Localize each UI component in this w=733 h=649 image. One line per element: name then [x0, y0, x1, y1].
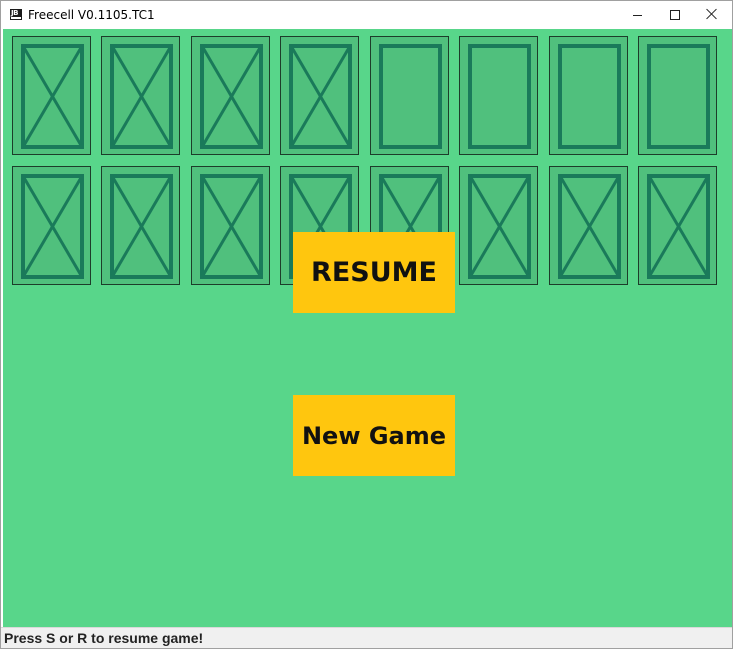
close-icon	[706, 8, 718, 20]
empty-slot-icon	[558, 44, 621, 149]
freecell-slot[interactable]	[370, 36, 449, 155]
tableau-slot[interactable]	[459, 166, 538, 285]
maximize-icon	[670, 10, 680, 20]
freecell-slot[interactable]	[280, 36, 359, 155]
close-button[interactable]	[694, 1, 730, 29]
tableau-slot[interactable]	[12, 166, 91, 285]
freecell-slot[interactable]	[549, 36, 628, 155]
app-icon-label: JB	[11, 9, 18, 17]
empty-slot-x-icon	[110, 174, 173, 279]
maximize-button[interactable]	[657, 1, 693, 29]
minimize-button[interactable]	[620, 1, 656, 29]
app-icon[interactable]: JB	[10, 9, 22, 20]
tableau-slot[interactable]	[638, 166, 717, 285]
empty-slot-x-icon	[647, 174, 710, 279]
empty-slot-icon	[468, 44, 531, 149]
empty-slot-x-icon	[21, 174, 84, 279]
freecell-slot[interactable]	[12, 36, 91, 155]
new-game-button[interactable]: New Game	[293, 395, 455, 476]
empty-slot-x-icon	[110, 44, 173, 149]
empty-slot-icon	[647, 44, 710, 149]
empty-slot-x-icon	[200, 44, 263, 149]
freecell-slot[interactable]	[638, 36, 717, 155]
empty-slot-x-icon	[200, 174, 263, 279]
tableau-slot[interactable]	[101, 166, 180, 285]
tableau-slot[interactable]	[191, 166, 270, 285]
window-title: Freecell V0.1105.TC1	[28, 8, 155, 22]
game-board[interactable]: RESUME New Game	[3, 29, 732, 627]
empty-slot-icon	[379, 44, 442, 149]
empty-slot-x-icon	[21, 44, 84, 149]
minimize-icon	[633, 15, 642, 16]
status-bar: Press S or R to resume game!	[1, 627, 732, 648]
freecell-slot[interactable]	[459, 36, 538, 155]
empty-slot-x-icon	[558, 174, 621, 279]
status-message: Press S or R to resume game!	[4, 630, 204, 646]
empty-slot-x-icon	[468, 174, 531, 279]
freecell-slot[interactable]	[191, 36, 270, 155]
resume-button[interactable]: RESUME	[293, 232, 455, 313]
empty-slot-x-icon	[289, 44, 352, 149]
title-bar[interactable]: JB Freecell V0.1105.TC1	[1, 1, 732, 29]
app-window: JB Freecell V0.1105.TC1 RESUME New Game …	[0, 0, 733, 649]
tableau-slot[interactable]	[549, 166, 628, 285]
freecell-slot[interactable]	[101, 36, 180, 155]
